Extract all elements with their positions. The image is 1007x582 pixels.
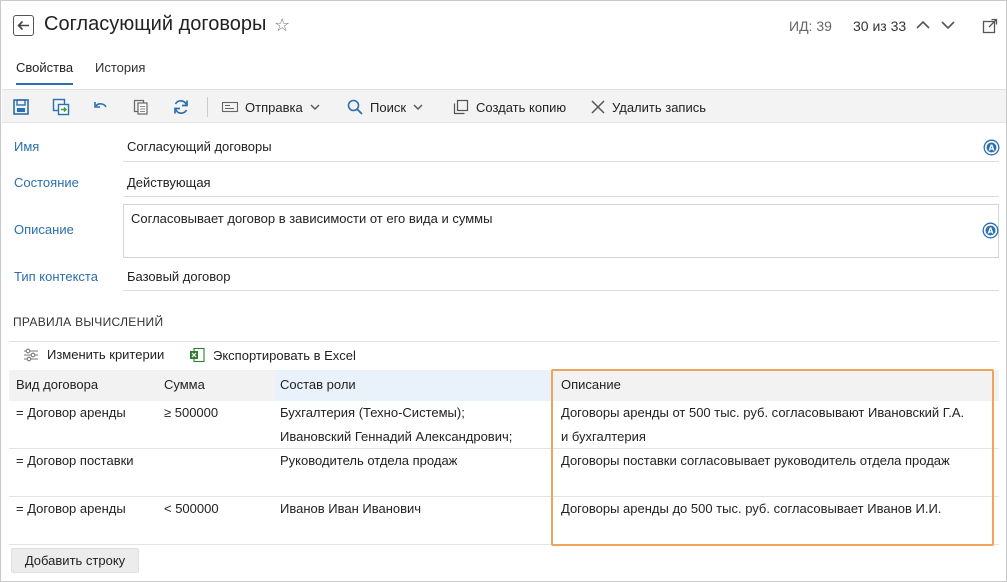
- toolbar-separator: [207, 97, 208, 117]
- open-new-window-icon[interactable]: [982, 18, 998, 34]
- search-label: Поиск: [370, 99, 407, 115]
- change-criteria-label: Изменить критерии: [47, 347, 165, 362]
- copy-button[interactable]: [132, 96, 150, 118]
- cell-role: Руководитель отдела продаж: [280, 453, 458, 468]
- rules-toolbar: Изменить критерии Экспортировать в Excel: [9, 341, 999, 370]
- send-icon: [221, 101, 239, 113]
- create-copy-label: Создать копию: [476, 99, 567, 115]
- favorite-star-icon[interactable]: ☆: [274, 15, 290, 36]
- chevron-down-icon: [310, 104, 320, 110]
- cell-role: Ивановский Геннадий Александрович;: [280, 429, 513, 444]
- export-excel-button[interactable]: Экспортировать в Excel: [189, 347, 356, 363]
- undo-button[interactable]: [92, 96, 110, 118]
- column-header-contract-type[interactable]: Вид договора: [16, 377, 98, 392]
- send-menu-button[interactable]: Отправка: [221, 96, 321, 118]
- name-field-underline: [123, 161, 999, 162]
- excel-icon: [190, 347, 205, 363]
- save-icon: [13, 99, 29, 115]
- refresh-icon: [174, 100, 188, 114]
- table-row[interactable]: = Договор аренды < 500000 Иванов Иван Ив…: [9, 497, 999, 545]
- name-field-label: Имя: [14, 139, 40, 154]
- cell-description: Договоры поставки согласовывает руководи…: [561, 453, 950, 468]
- cell-role: Иванов Иван Иванович: [280, 501, 422, 516]
- table-row[interactable]: = Договор поставки Руководитель отдела п…: [9, 449, 999, 497]
- add-row-button[interactable]: Добавить строку: [11, 548, 139, 573]
- name-field[interactable]: Согласующий договоры: [127, 139, 272, 154]
- undo-icon: [94, 102, 107, 108]
- export-excel-label: Экспортировать в Excel: [213, 347, 356, 363]
- description-field[interactable]: Согласовывает договор в зависимости от е…: [123, 204, 999, 258]
- chevron-down-icon[interactable]: [939, 16, 957, 34]
- rules-section-title: ПРАВИЛА ВЫЧИСЛЕНИЙ: [13, 315, 164, 329]
- search-menu-button[interactable]: Поиск: [346, 96, 424, 118]
- chevron-down-icon: [413, 104, 423, 110]
- state-field[interactable]: Действующая: [127, 175, 211, 190]
- delete-record-button[interactable]: Удалить запись: [590, 96, 706, 118]
- state-field-label: Состояние: [14, 175, 79, 190]
- table-header: Вид договора Сумма Состав роли Описание: [9, 370, 999, 401]
- cell-description: Договоры аренды от 500 тыс. руб. согласо…: [561, 405, 965, 420]
- arrow-left-icon: [17, 20, 29, 31]
- duplicate-icon: [453, 99, 469, 115]
- cell-contract-type: = Договор аренды: [16, 405, 126, 420]
- cell-role: Бухгалтерия (Техно-Системы);: [280, 405, 465, 420]
- description-field-label: Описание: [14, 222, 74, 237]
- svg-text:A: A: [988, 226, 994, 235]
- back-button[interactable]: [13, 15, 34, 36]
- save-close-icon: [52, 98, 70, 116]
- close-icon: [591, 100, 605, 114]
- toolbar: Отправка Поиск Создать копию Удалить зап…: [2, 89, 1006, 123]
- delete-record-label: Удалить запись: [612, 99, 707, 115]
- tab-properties[interactable]: Свойства: [16, 60, 74, 85]
- context-type-field-label: Тип контекста: [14, 269, 98, 284]
- svg-text:A: A: [989, 143, 995, 152]
- cell-description: Договоры аренды до 500 тыс. руб. согласо…: [561, 501, 942, 516]
- cell-sum: < 500000: [164, 501, 219, 516]
- table-row[interactable]: = Договор аренды ≥ 500000 Бухгалтерия (Т…: [9, 401, 999, 449]
- context-type-field-underline: [123, 290, 999, 291]
- copy-icon: [133, 99, 148, 115]
- page-title: Согласующий договоры: [44, 13, 267, 35]
- description-text: Согласовывает договор в зависимости от е…: [131, 211, 493, 226]
- column-header-description[interactable]: Описание: [561, 377, 621, 392]
- record-id: ИД: 39: [789, 18, 832, 34]
- chevron-up-icon[interactable]: [914, 16, 932, 34]
- cell-contract-type: = Договор аренды: [16, 501, 126, 516]
- cell-description: и бухгалтерия: [561, 429, 646, 444]
- search-icon: [347, 99, 363, 115]
- save-button[interactable]: [12, 96, 30, 118]
- filter-settings-icon: [24, 348, 38, 361]
- header: Согласующий договоры ☆ ИД: 39 30 из 33: [1, 1, 1006, 49]
- state-field-underline: [123, 196, 999, 197]
- localization-icon[interactable]: A: [983, 139, 1000, 156]
- cell-sum: ≥ 500000: [164, 405, 219, 420]
- record-counter: 30 из 33: [853, 18, 907, 34]
- send-label: Отправка: [245, 99, 303, 115]
- tab-history[interactable]: История: [95, 60, 145, 83]
- save-and-close-button[interactable]: [52, 96, 70, 118]
- refresh-button[interactable]: [172, 96, 190, 118]
- column-header-sum[interactable]: Сумма: [164, 377, 205, 392]
- context-type-field[interactable]: Базовый договор: [127, 269, 231, 284]
- change-criteria-button[interactable]: Изменить критерии: [23, 347, 164, 362]
- create-copy-button[interactable]: Создать копию: [452, 96, 566, 118]
- localization-icon[interactable]: A: [982, 222, 999, 239]
- window-frame: Согласующий договоры ☆ ИД: 39 30 из 33 С…: [0, 0, 1007, 582]
- tab-bar: Свойства История: [1, 55, 1006, 89]
- column-header-role[interactable]: Состав роли: [280, 377, 356, 392]
- cell-contract-type: = Договор поставки: [16, 453, 134, 468]
